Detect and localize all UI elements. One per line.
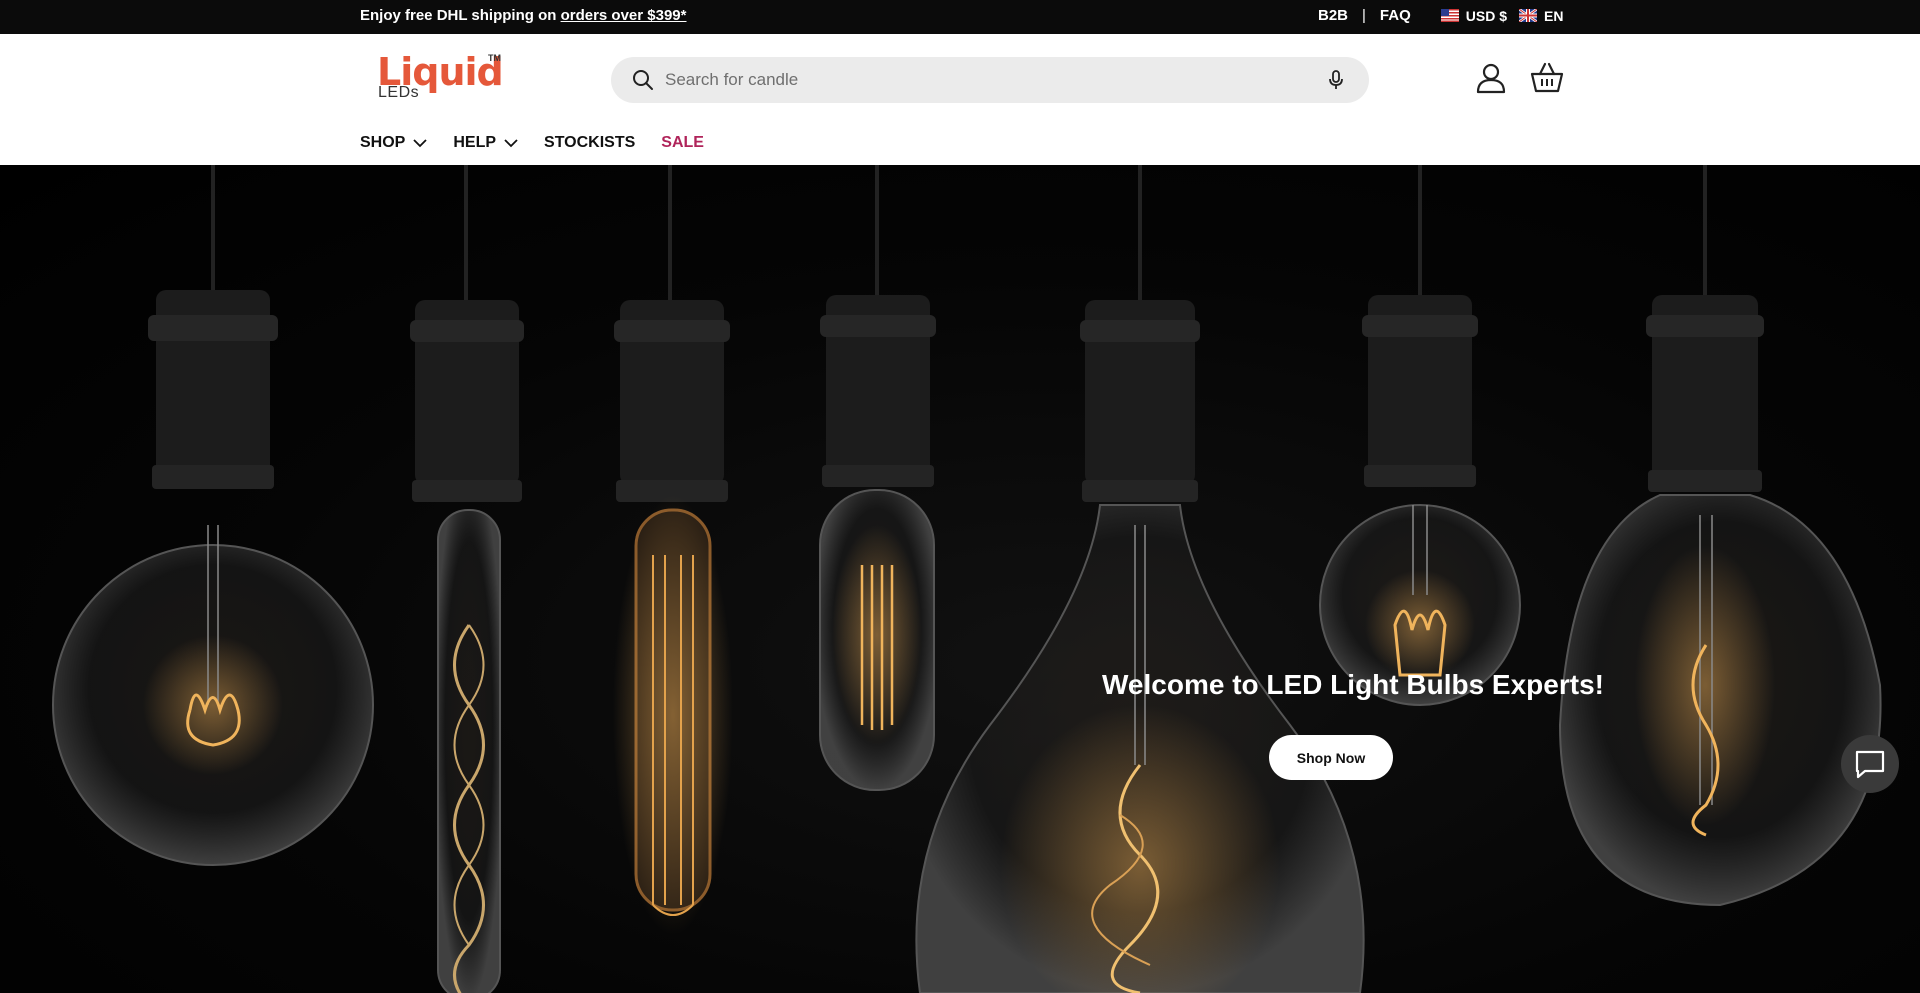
announcement-bar: Enjoy free DHL shipping on orders over $… [0,0,1920,34]
nav-stockists-label: STOCKISTS [544,134,636,151]
nav-help-label: HELP [453,134,497,151]
announcement-message: Enjoy free DHL shipping on orders over $… [360,7,687,24]
language-label: EN [1544,7,1564,24]
chat-button[interactable] [1841,735,1899,793]
logo-trademark: TM [488,53,501,63]
logo[interactable]: Liquid TM LEDs [377,52,504,102]
currency-selector[interactable]: USD $ [1440,7,1507,24]
cart-icon[interactable] [1530,61,1564,95]
bulb-large-teardrop [915,165,1365,993]
nav-shop-label: SHOP [360,134,406,151]
currency-label: USD $ [1465,7,1507,24]
hero-banner: Welcome to LED Light Bulbs Experts! Shop… [0,165,1920,993]
chevron-down-icon [413,138,427,147]
announcement-link[interactable]: orders over $399* [561,7,687,24]
uk-flag-icon [1519,9,1537,22]
utility-links: B2B | FAQ USD $ EN [1318,7,1563,24]
shop-now-button[interactable]: Shop Now [1269,735,1393,780]
account-icon[interactable] [1475,62,1507,94]
b2b-link[interactable]: B2B [1318,7,1348,24]
nav-item-help[interactable]: HELP [453,134,518,152]
nav-item-stockists[interactable]: STOCKISTS [544,134,635,152]
bulb-globe-left [52,165,374,866]
hero-background-image [52,165,1882,993]
announcement-text: Enjoy free DHL shipping on [360,7,561,24]
bulb-small-tubular [819,165,936,791]
nav-item-shop[interactable]: SHOP [360,134,427,152]
logo-subtext: LEDs [378,84,420,101]
chevron-down-icon [504,138,518,147]
utility-separator: | [1362,7,1366,24]
search-input[interactable] [665,70,1325,90]
language-selector[interactable]: EN [1519,8,1563,24]
bulb-globe-right [1558,165,1882,907]
search-icon[interactable] [631,68,655,92]
site-header: Liquid TM LEDs SHOP HELP [0,34,1920,165]
search-bar[interactable] [611,57,1369,103]
nav-item-sale[interactable]: SALE [661,134,704,152]
bulb-tube-glow [613,165,733,935]
faq-link[interactable]: FAQ [1380,7,1411,24]
nav-sale-label: SALE [661,134,704,151]
microphone-icon[interactable] [1325,69,1347,91]
chat-icon [1855,750,1885,779]
main-nav: SHOP HELP STOCKISTS SALE [360,134,730,152]
hero-title: Welcome to LED Light Bulbs Experts! [1102,669,1604,700]
us-flag-icon [1440,9,1459,22]
bulb-tube-spiral [410,165,524,993]
bulb-small-globe [1319,165,1521,706]
